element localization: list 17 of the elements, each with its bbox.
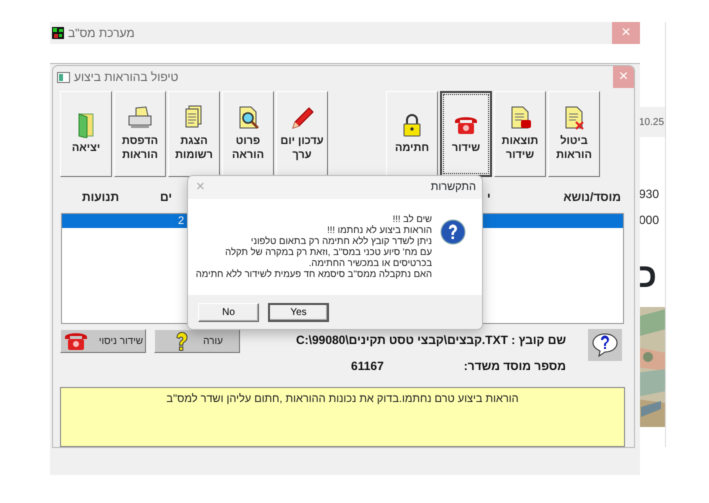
institution-number: 61167 xyxy=(351,358,384,376)
column-header: תנועות xyxy=(82,189,120,206)
partial-text: 10.25 xyxy=(639,116,664,130)
window-title: מערכת מס"ב xyxy=(68,25,135,42)
dialog-message: שים לב !!! הוראות ביצוע לא נחתמו !!! ניתן לשדר קובץ ללא חתימה רק בתאום טלפוני עם מח' סיוע טכני במס''ב ,וזאת רק במקרה של תקלה בכרטיסים או במכשיר החתימה. האם נתקבלה ממס''ב סיסמא חד פעמית לשידור ללא חתימה xyxy=(196,215,432,281)
institution-label: מספר מוסד משדר: xyxy=(464,358,566,376)
list-cell: 2 xyxy=(178,215,184,228)
partial-text: כ xyxy=(637,259,658,293)
column-header: ים xyxy=(160,189,172,206)
file-name-text: שם קובץ : TXT.קבצים\קבצי טסט תקינים\C:\99080 xyxy=(294,332,566,350)
dialog-title: התקשרות xyxy=(430,180,476,196)
partial-text: 930 xyxy=(638,186,660,203)
window-title: טיפול בהוראות ביצוע xyxy=(74,69,178,86)
partial-text: 000 xyxy=(638,212,660,229)
message-text: הוראות ביצוע טרם נחתמו.בדוק את נכונות ההוראות ,חתום עליהן ושדר למס''ב xyxy=(60,387,625,448)
column-header: י xyxy=(487,189,491,206)
column-header: מוסד/נושא xyxy=(563,189,621,206)
